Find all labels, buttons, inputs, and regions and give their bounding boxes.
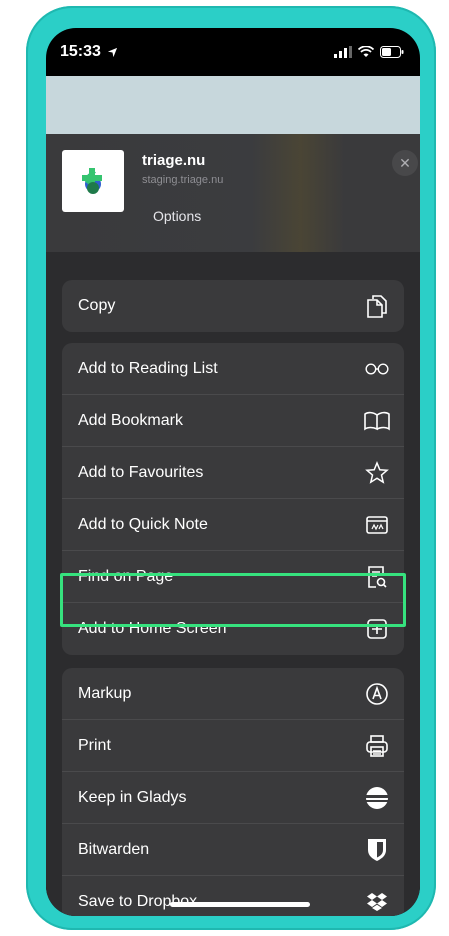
close-icon: ✕ (399, 154, 411, 171)
time-text: 15:33 (60, 43, 101, 60)
action-label: Add to Home Screen (78, 620, 227, 637)
shield-icon (364, 837, 390, 863)
status-bar: 15:33 (46, 28, 420, 76)
print-icon (364, 733, 390, 759)
action-label: Keep in Gladys (78, 788, 187, 806)
action-label: Markup (78, 684, 132, 702)
book-icon (364, 408, 390, 434)
action-label: Bitwarden (78, 840, 150, 858)
actions-group-extensions: Markup Print Keep in Gladys Bitwarden Sa… (62, 668, 404, 916)
signal-icon (334, 46, 352, 58)
action-print[interactable]: Print (62, 720, 404, 772)
action-add-to-home-screen[interactable]: Add to Home Screen (62, 603, 404, 655)
action-add-bookmark[interactable]: Add Bookmark (62, 395, 404, 447)
action-label: Add to Reading List (78, 359, 218, 377)
triage-logo-icon (82, 168, 102, 194)
action-label: Copy (78, 297, 116, 314)
action-add-to-quick-note[interactable]: Add to Quick Note (62, 499, 404, 551)
site-title: triage.nu (142, 152, 206, 169)
actions-group-bookmarks: Add to Reading List Add Bookmark Add to … (62, 343, 404, 655)
markup-icon (364, 681, 390, 707)
action-keep-in-gladys[interactable]: Keep in Gladys (62, 772, 404, 824)
share-sheet: triage.nu staging.triage.nu Options ✕ Co… (46, 134, 420, 916)
star-icon (364, 460, 390, 486)
action-save-to-dropbox[interactable]: Save to Dropbox (62, 876, 404, 916)
webpage-background (46, 76, 420, 136)
action-label: Add to Favourites (78, 463, 204, 481)
copy-icon (364, 293, 390, 319)
add-square-icon (364, 616, 390, 642)
copy-group: Copy (62, 280, 404, 332)
dropbox-icon (364, 889, 390, 915)
action-copy[interactable]: Copy (62, 280, 404, 332)
close-button[interactable]: ✕ (392, 150, 418, 176)
battery-icon (380, 46, 404, 58)
action-label: Print (78, 736, 111, 754)
site-url: staging.triage.nu (142, 174, 224, 186)
action-bitwarden[interactable]: Bitwarden (62, 824, 404, 876)
share-sheet-header: triage.nu staging.triage.nu Options ✕ (46, 134, 420, 252)
home-indicator[interactable] (170, 902, 310, 907)
action-label: Add to Quick Note (78, 515, 208, 533)
action-add-to-favourites[interactable]: Add to Favourites (62, 447, 404, 499)
quick-note-icon (364, 512, 390, 538)
action-label: Add Bookmark (78, 411, 183, 429)
status-icons (334, 46, 404, 58)
gladys-icon (364, 785, 390, 811)
location-arrow-icon (107, 47, 118, 57)
wifi-icon (358, 46, 374, 57)
options-link[interactable]: Options (153, 208, 201, 224)
glasses-icon (364, 356, 390, 382)
action-add-to-reading-list[interactable]: Add to Reading List (62, 343, 404, 395)
action-markup[interactable]: Markup (62, 668, 404, 720)
phone-screen: 15:33 triage.nu staging.triage.nu Option… (46, 28, 420, 916)
find-on-page-icon (364, 564, 390, 590)
status-time: 15:33 (60, 43, 118, 61)
action-label: Find on Page (78, 567, 174, 585)
site-thumbnail (62, 150, 124, 212)
action-find-on-page[interactable]: Find on Page (62, 551, 404, 603)
